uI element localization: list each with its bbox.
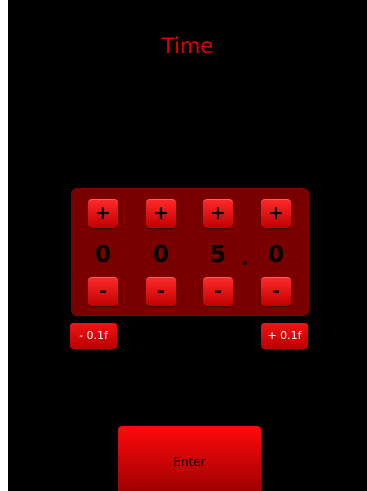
minus-tenth-button[interactable]: - 0.1f: [70, 323, 117, 349]
decimal-separator: .: [241, 246, 249, 270]
digit-2: 0: [152, 242, 169, 268]
decrement-digit-3-button[interactable]: -: [203, 277, 233, 306]
digit-3: 5: [209, 242, 226, 268]
increment-digit-3-button[interactable]: +: [203, 199, 233, 228]
enter-button[interactable]: Enter: [118, 426, 261, 491]
decrement-digit-1-button[interactable]: -: [88, 277, 118, 306]
page-title: Time: [161, 34, 214, 58]
plus-tenth-button[interactable]: + 0.1f: [261, 323, 308, 349]
decrement-digit-4-button[interactable]: -: [261, 277, 291, 306]
time-screen: Time + + + + 0 0 5 . 0 - - - - - 0.1f + …: [8, 0, 367, 491]
increment-digit-4-button[interactable]: +: [261, 199, 291, 228]
increment-digit-2-button[interactable]: +: [146, 199, 176, 228]
digit-4: 0: [267, 242, 284, 268]
decrement-digit-2-button[interactable]: -: [146, 277, 176, 306]
digit-1: 0: [94, 242, 111, 268]
time-stepper-panel: + + + + 0 0 5 . 0 - - - -: [71, 188, 309, 316]
increment-digit-1-button[interactable]: +: [88, 199, 118, 228]
